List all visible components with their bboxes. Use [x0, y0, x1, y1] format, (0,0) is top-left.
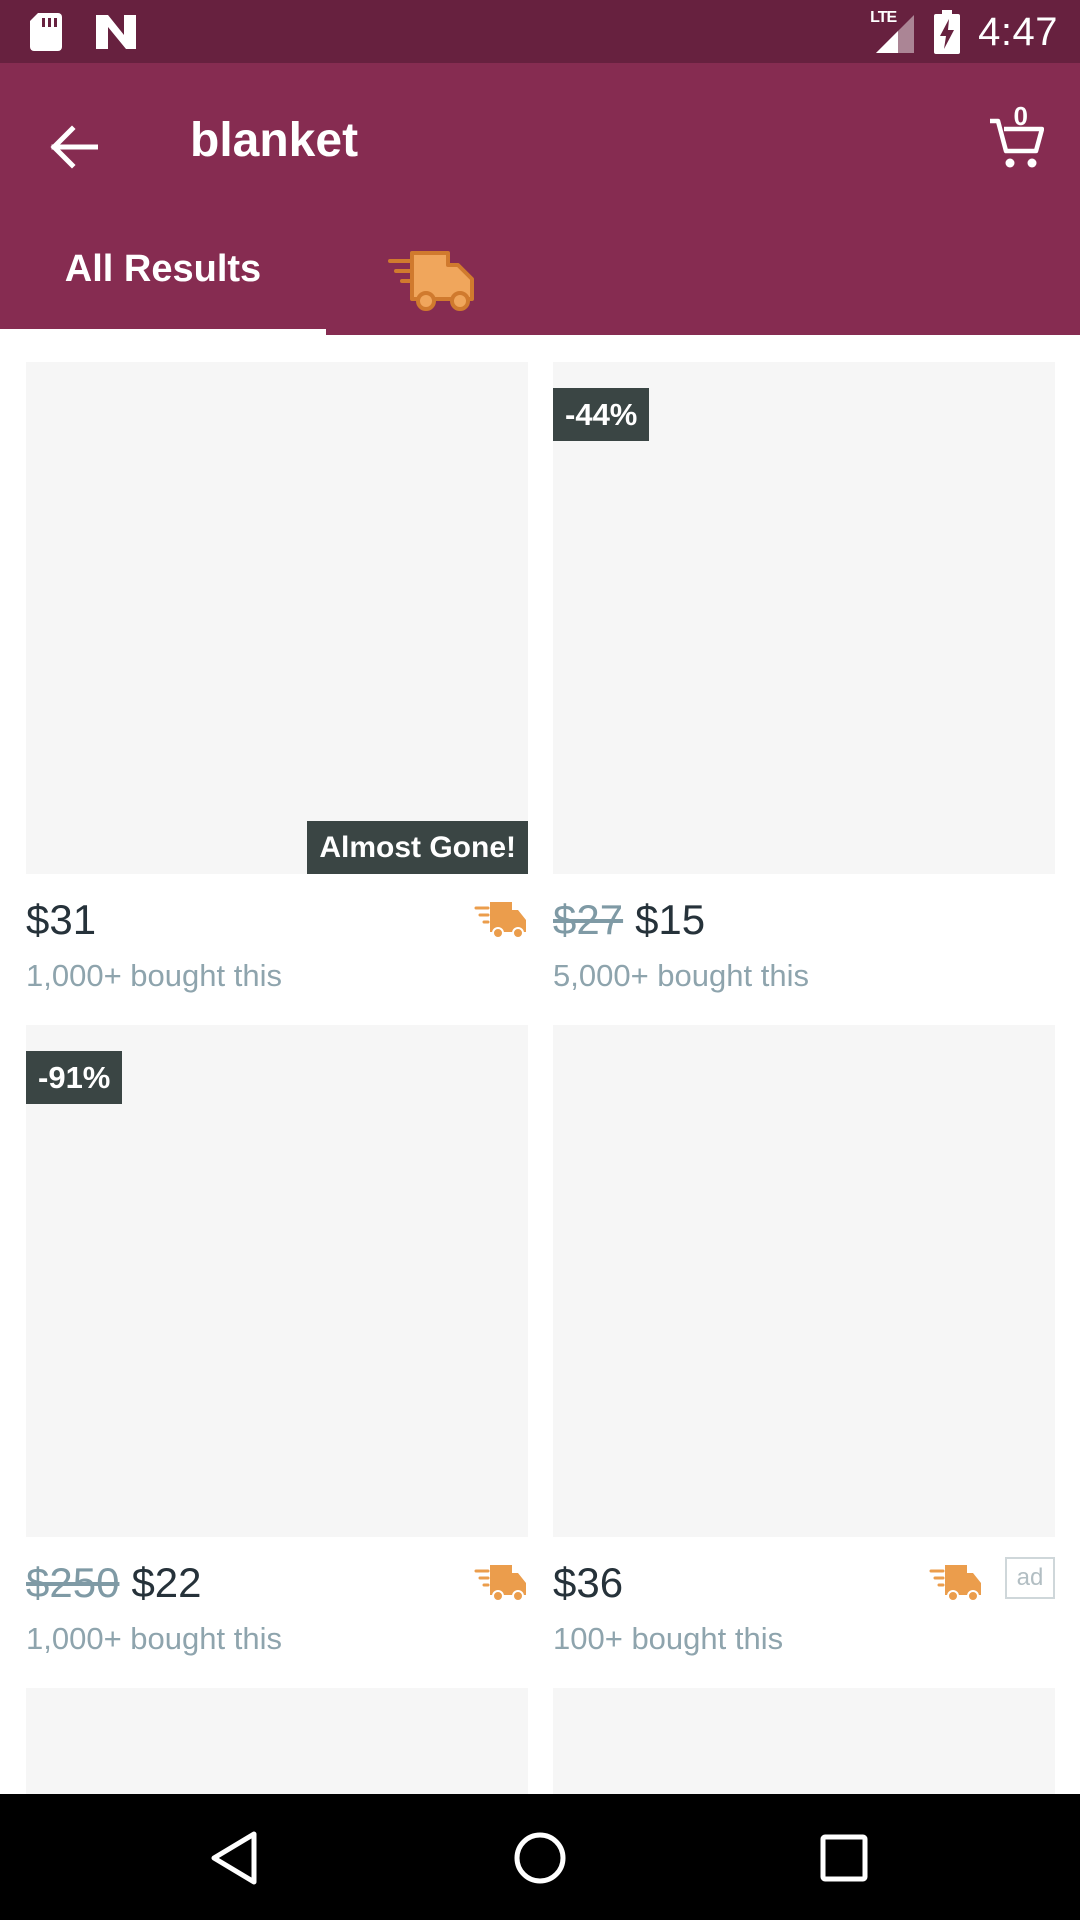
back-triangle-icon[interactable]	[200, 1822, 272, 1894]
product-card[interactable]: Almost Gone! $31 1,000+ bought this	[26, 362, 528, 994]
recents-square-icon[interactable]	[808, 1822, 880, 1894]
fast-shipping-truck-icon	[474, 1565, 526, 1601]
product-price: $36	[553, 1559, 624, 1606]
n-logo-icon	[96, 15, 136, 49]
home-circle-icon[interactable]	[504, 1822, 576, 1894]
bought-count: 100+ bought this	[553, 1621, 784, 1656]
bought-count: 5,000+ bought this	[553, 958, 809, 993]
sd-card-icon	[30, 13, 62, 51]
product-price: $31	[26, 896, 97, 943]
express-truck-icon	[388, 251, 474, 311]
tab-express-shipping[interactable]	[388, 245, 480, 315]
status-time: 4:47	[978, 9, 1058, 54]
cart-count-badge: 0	[1013, 101, 1028, 131]
fast-shipping-truck-icon	[929, 1565, 981, 1601]
discount-badge: -91%	[26, 1051, 123, 1104]
tab-selected-indicator	[0, 329, 326, 335]
product-image[interactable]: -44%	[553, 362, 1055, 874]
ad-label: ad	[1005, 1557, 1055, 1599]
arrow-left-icon	[50, 125, 98, 169]
almost-gone-badge: Almost Gone!	[307, 821, 528, 874]
bought-count: 1,000+ bought this	[26, 1621, 282, 1656]
product-image[interactable]	[553, 1688, 1055, 1808]
fast-shipping-truck-icon	[474, 902, 526, 938]
product-image[interactable]	[553, 1025, 1055, 1537]
product-image[interactable]: Almost Gone!	[26, 362, 528, 874]
product-card[interactable]	[26, 1688, 528, 1808]
status-bar: LTE 4:47	[0, 0, 1080, 63]
original-price: $27	[553, 896, 624, 943]
product-price: $22	[131, 1559, 202, 1606]
back-button[interactable]	[38, 111, 110, 183]
bought-count: 1,000+ bought this	[26, 958, 282, 993]
product-price: $15	[635, 896, 706, 943]
product-card[interactable]: -91% $250 $22 1,000+ bought this	[26, 1025, 528, 1657]
product-card[interactable]	[553, 1688, 1055, 1808]
app-bar: blanket 0 All Results	[0, 63, 1080, 335]
search-query-title: blanket	[190, 114, 359, 167]
product-image[interactable]: -91%	[26, 1025, 528, 1537]
lte-signal-icon: LTE	[870, 9, 916, 55]
original-price: $250	[26, 1559, 120, 1606]
battery-charging-icon	[934, 10, 961, 54]
system-nav-bar	[0, 1794, 1080, 1920]
product-card[interactable]: -44% $27 $15 5,000+ bought this	[553, 362, 1055, 994]
product-card[interactable]: $36 ad 100+ bought this	[553, 1025, 1055, 1657]
discount-badge: -44%	[553, 388, 650, 441]
product-image[interactable]	[26, 1688, 528, 1808]
tab-all-results[interactable]: All Results	[0, 213, 326, 335]
tab-label: All Results	[64, 247, 262, 290]
